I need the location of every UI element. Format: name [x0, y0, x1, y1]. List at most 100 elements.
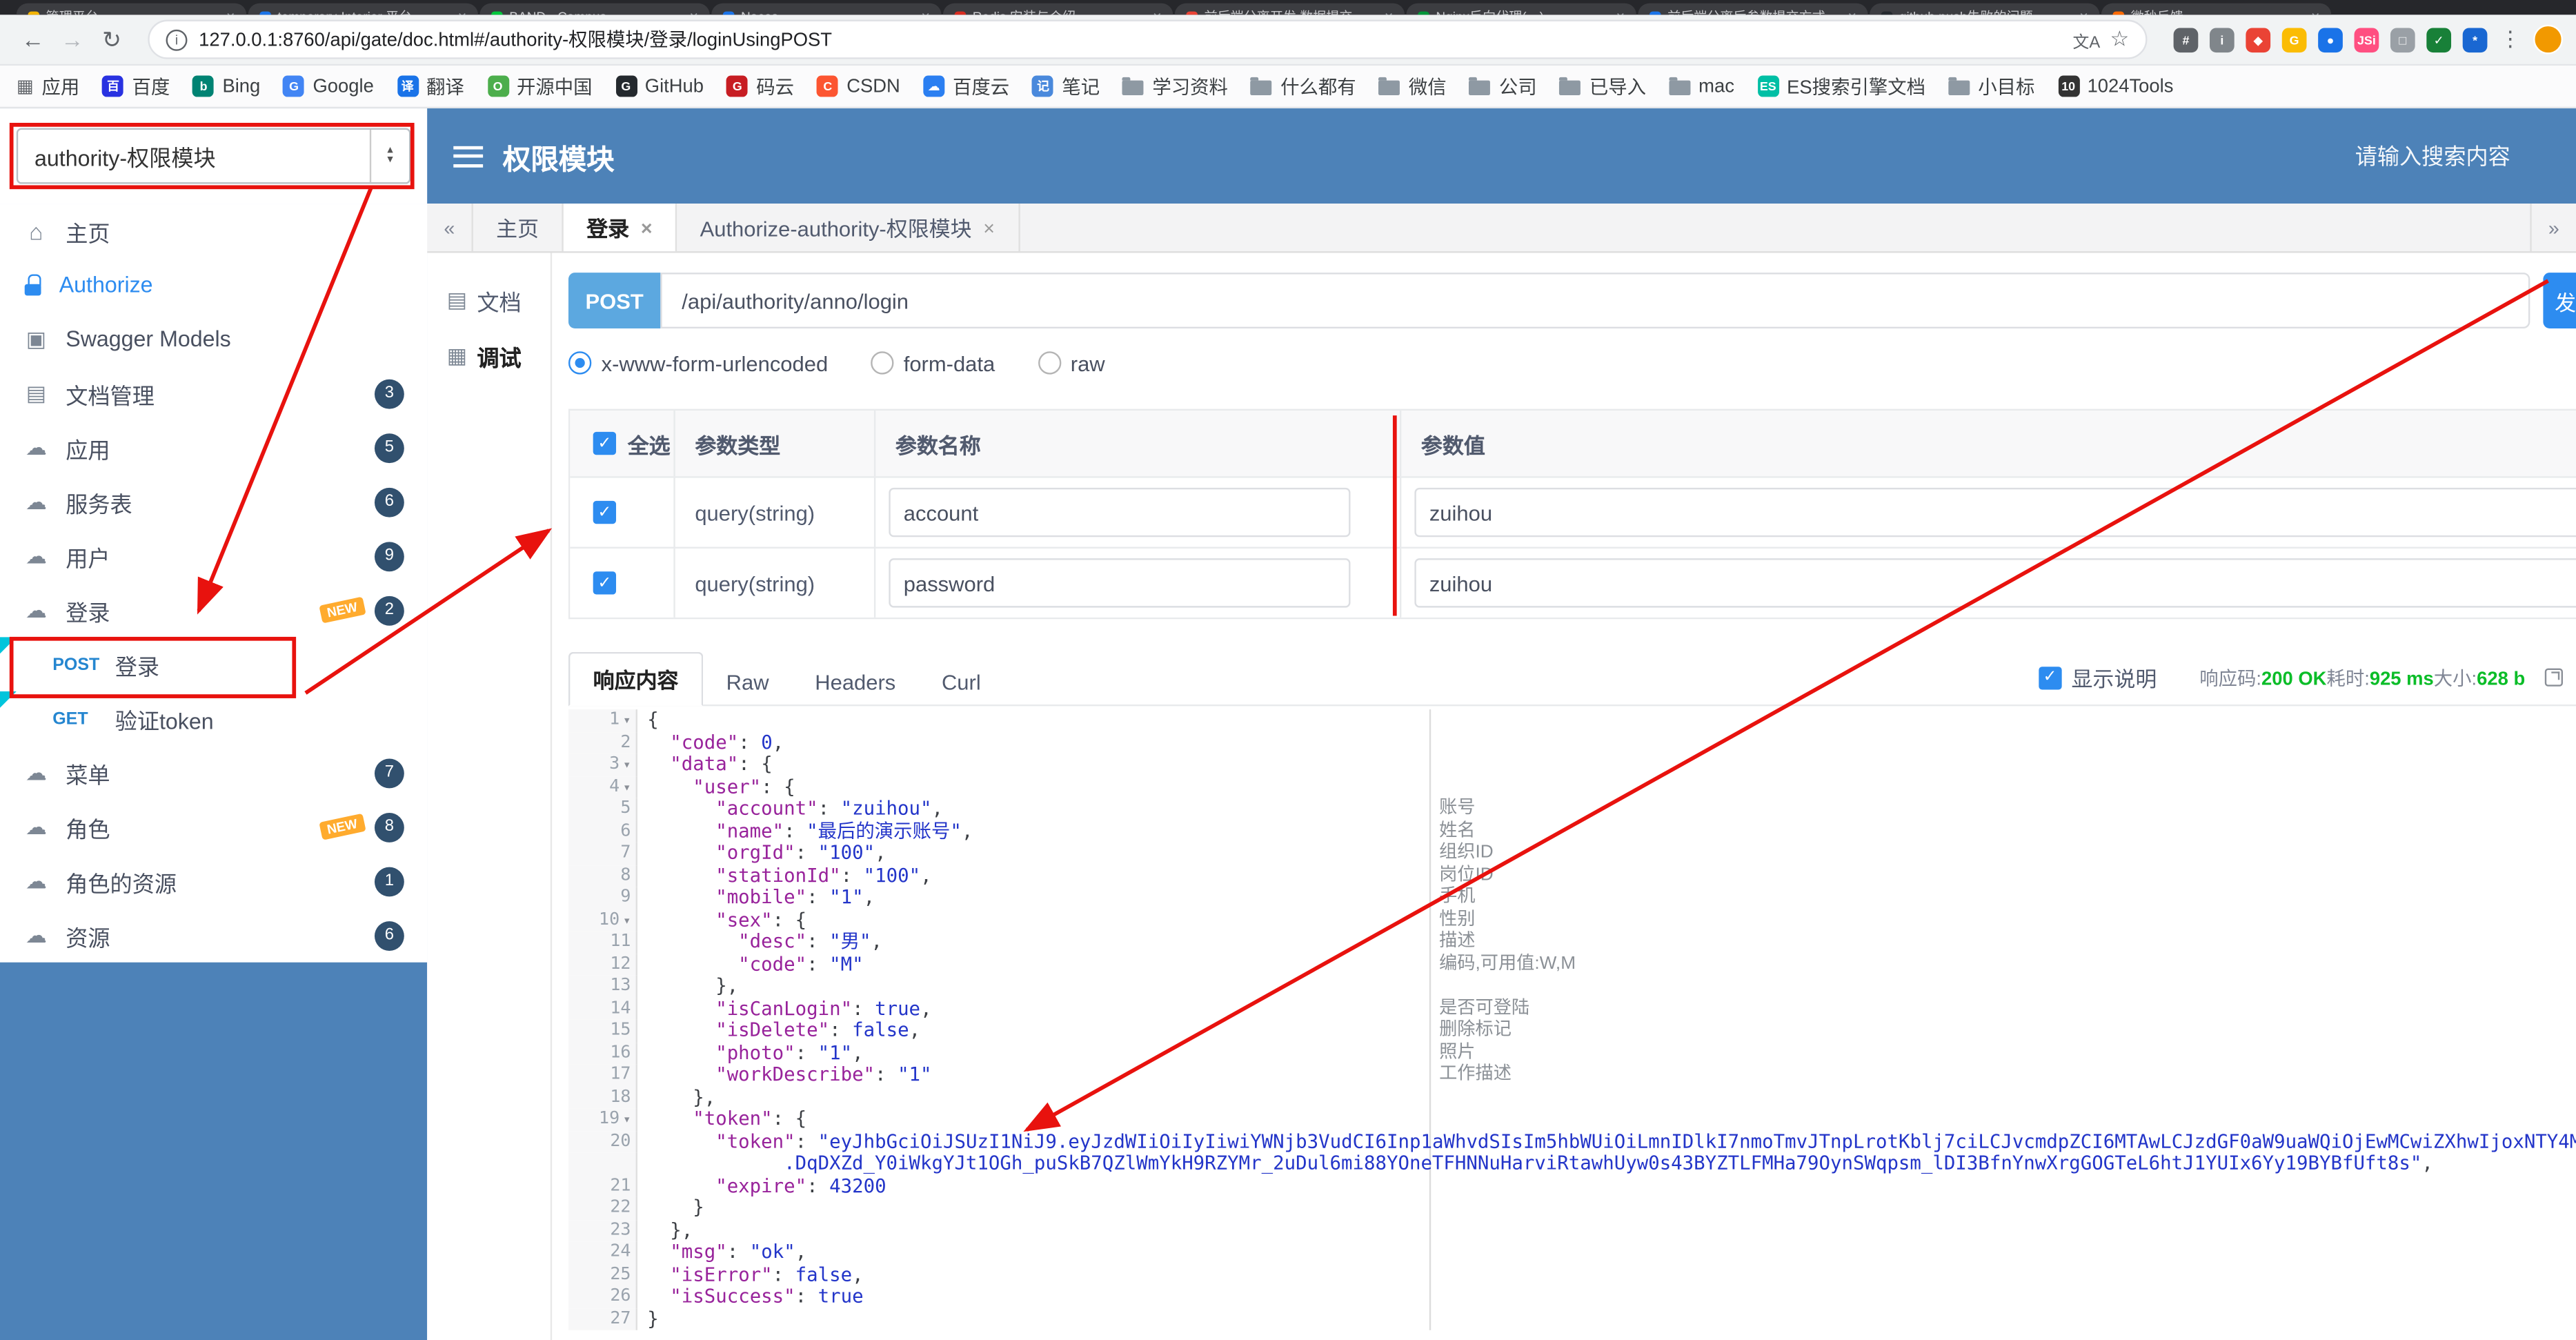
tab-close-icon[interactable] — [921, 8, 930, 15]
bookmark-item[interactable]: 什么都有 — [1251, 73, 1356, 99]
fold-toggle-icon[interactable] — [623, 909, 631, 931]
extension-icon[interactable]: G — [2281, 27, 2307, 52]
browser-tab[interactable]: Redis 安装与介绍 — [942, 3, 1173, 15]
show-description-toggle[interactable]: 显示说明 — [2038, 662, 2157, 693]
browser-tab[interactable]: 前后端分离后参数提交方式 — [1638, 3, 1868, 15]
sidebar-item[interactable]: 服务表 6 — [0, 474, 428, 529]
browser-tab[interactable]: temporary-Interior 平台 — [248, 3, 478, 15]
back-icon[interactable] — [13, 20, 52, 59]
menu-hamburger-icon[interactable] — [453, 145, 484, 167]
sidebar-item[interactable]: 应用 5 — [0, 420, 428, 475]
tab-close-icon[interactable] — [983, 216, 995, 239]
extension-icon[interactable]: i — [2209, 27, 2235, 52]
browser-tab[interactable]: Nacos — [711, 3, 942, 15]
bookmark-item[interactable]: ES ES搜索引擎文档 — [1757, 73, 1925, 99]
extension-icon[interactable]: # — [2173, 27, 2199, 52]
bookmark-item[interactable]: G Google — [283, 75, 374, 97]
sidebar-item[interactable]: 角色 NEW 8 — [0, 800, 428, 854]
param-value-input[interactable] — [1414, 487, 2576, 538]
response-tab[interactable]: Headers — [792, 660, 919, 705]
param-name-input[interactable] — [889, 487, 1351, 538]
row-checkbox[interactable] — [593, 500, 617, 524]
extension-icon[interactable]: ✓ — [2426, 27, 2452, 52]
sidebar-item[interactable]: 资源 6 — [0, 908, 428, 963]
sidebar-item[interactable]: POST 登录 — [0, 637, 428, 691]
forward-icon[interactable] — [52, 20, 92, 59]
tab-close-icon[interactable] — [1616, 8, 1625, 15]
extension-icon[interactable]: JSi — [2354, 27, 2379, 52]
fold-toggle-icon[interactable] — [623, 753, 631, 776]
content-type-option[interactable]: raw — [1038, 351, 1105, 375]
bookmark-item[interactable]: 应用 — [17, 73, 80, 99]
fullscreen-icon[interactable] — [2544, 668, 2563, 687]
site-info-icon[interactable] — [166, 28, 188, 50]
api-group-select[interactable]: authority-权限模块 — [16, 128, 411, 184]
doc-mode-item[interactable]: 调试 — [427, 328, 551, 384]
request-url-input[interactable] — [660, 273, 2530, 328]
bookmark-item[interactable]: G 码云 — [726, 73, 794, 99]
response-tab[interactable]: 响应内容 — [568, 651, 704, 707]
translate-icon[interactable] — [2073, 27, 2101, 52]
bookmark-item[interactable]: 公司 — [1469, 73, 1537, 99]
bookmark-item[interactable]: 百 百度 — [102, 73, 170, 99]
reload-icon[interactable] — [92, 20, 131, 59]
bookmark-item[interactable]: O 开源中国 — [487, 73, 593, 99]
tab-close-icon[interactable] — [641, 216, 653, 239]
bookmark-item[interactable]: 已导入 — [1559, 73, 1646, 99]
param-name-input[interactable] — [889, 558, 1351, 608]
fold-toggle-icon[interactable] — [623, 709, 631, 731]
browser-menu-icon[interactable] — [2499, 26, 2521, 52]
collapse-tabs-left-icon[interactable] — [427, 204, 473, 252]
content-tab[interactable]: 登录 — [563, 204, 677, 252]
tab-close-icon[interactable] — [690, 8, 699, 15]
address-bar[interactable]: 127.0.0.1:8760/api/gate/doc.html#/author… — [148, 19, 2148, 59]
tab-close-icon[interactable] — [458, 8, 467, 15]
send-button[interactable]: 发 — [2543, 273, 2576, 328]
sidebar-item[interactable]: Authorize — [0, 257, 428, 313]
bookmark-item[interactable]: C CSDN — [817, 75, 900, 97]
sidebar-item[interactable]: 角色的资源 1 — [0, 854, 428, 909]
fold-toggle-icon[interactable] — [623, 1108, 631, 1130]
sidebar-item[interactable]: 登录 NEW 2 — [0, 582, 428, 638]
bookmark-item[interactable]: G GitHub — [615, 75, 704, 97]
profile-avatar[interactable] — [2533, 24, 2563, 55]
content-type-option[interactable]: form-data — [871, 351, 995, 375]
tab-close-icon[interactable] — [1847, 8, 1856, 15]
bookmark-item[interactable]: 译 翻译 — [397, 73, 464, 99]
tab-close-icon[interactable] — [2079, 8, 2088, 15]
bookmark-star-icon[interactable] — [2110, 26, 2130, 52]
content-tab[interactable]: 主页 — [473, 204, 564, 252]
show-description-checkbox[interactable] — [2038, 666, 2062, 689]
extension-icon[interactable]: ◆ — [2246, 27, 2271, 52]
sidebar-item[interactable]: 主页 — [0, 204, 428, 258]
browser-tab[interactable]: 前后端分离开发,数据提交 — [1174, 3, 1405, 15]
bookmark-item[interactable]: 10 1024Tools — [2057, 75, 2173, 97]
tab-close-icon[interactable] — [1385, 8, 1394, 15]
extension-icon[interactable]: ● — [2318, 27, 2343, 52]
tab-close-icon[interactable] — [1153, 8, 1162, 15]
bookmark-item[interactable]: 微信 — [1378, 73, 1447, 99]
content-type-option[interactable]: x-www-form-urlencoded — [568, 351, 828, 375]
extension-icon[interactable]: □ — [2390, 27, 2415, 52]
bookmark-item[interactable]: 记 笔记 — [1032, 73, 1100, 99]
extension-icon[interactable]: * — [2462, 27, 2488, 52]
browser-tab[interactable]: BAND - Campus — [479, 3, 710, 15]
response-tab[interactable]: Raw — [703, 660, 792, 705]
bookmark-item[interactable]: 小目标 — [1948, 73, 2034, 99]
sidebar-item[interactable]: 用户 9 — [0, 529, 428, 583]
sidebar-item[interactable]: GET 验证token — [0, 691, 428, 746]
sidebar-item[interactable]: 菜单 7 — [0, 745, 428, 800]
sidebar-item[interactable]: Swagger Models — [0, 312, 428, 366]
tab-close-icon[interactable] — [2311, 8, 2320, 15]
bookmark-item[interactable]: 学习资料 — [1122, 73, 1228, 99]
param-value-input[interactable] — [1414, 558, 2576, 608]
select-all-checkbox[interactable] — [593, 431, 617, 455]
content-tab[interactable]: Authorize-authority-权限模块 — [677, 204, 1020, 252]
browser-tab[interactable]: github push失败的问题 — [1870, 3, 2100, 15]
sidebar-item[interactable]: 文档管理 3 — [0, 366, 428, 421]
browser-tab[interactable]: 微秒反馈 — [2101, 3, 2332, 15]
bookmark-item[interactable]: ☁ 百度云 — [923, 73, 1009, 99]
browser-tab[interactable]: 管理平台 — [16, 3, 247, 15]
row-checkbox[interactable] — [593, 571, 617, 595]
response-tab[interactable]: Curl — [919, 660, 1004, 705]
